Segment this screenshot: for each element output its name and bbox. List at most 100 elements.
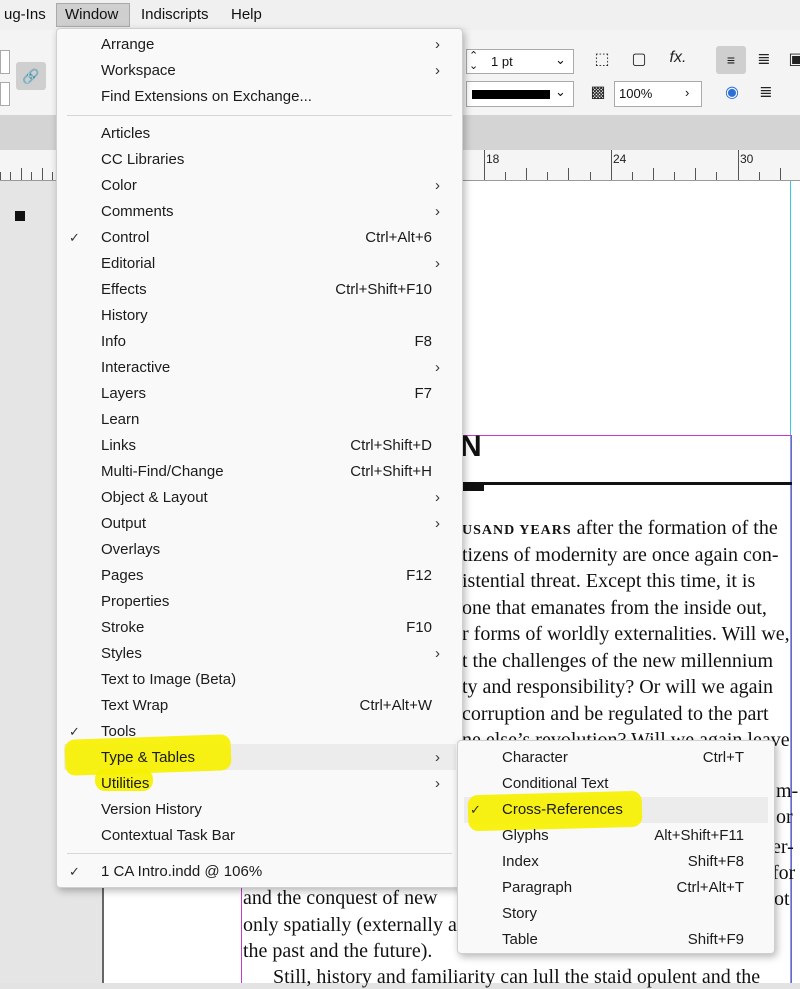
menu-item-text-to-image[interactable]: Text to Image (Beta)	[57, 667, 462, 693]
menu-item-open-document[interactable]: ✓ 1 CA Intro.indd @ 106%	[57, 859, 462, 885]
fill-color-icon[interactable]: ◉	[720, 82, 744, 102]
body-text-line: Still, history and familiarity can lull …	[273, 966, 761, 988]
chevron-right-icon: ›	[435, 255, 440, 272]
menu-help[interactable]: Help	[223, 3, 270, 27]
menu-item-pages[interactable]: Pages F12	[57, 563, 462, 589]
body-text-line: ty and responsibility? Or will we again	[462, 676, 774, 698]
stroke-type-field[interactable]: ⌄	[466, 81, 574, 107]
opacity-icon: ▩	[590, 84, 606, 101]
body-text-fragment: m-	[776, 780, 799, 802]
heading-rule-accent	[460, 484, 484, 491]
body-text-line: tizens of modernity are once again con-	[462, 544, 779, 566]
submenu-item-index[interactable]: Index Shift+F8	[458, 849, 774, 875]
menu-item-articles[interactable]: Articles	[57, 121, 462, 147]
menu-plugins[interactable]: ug-Ins	[0, 3, 54, 27]
frame-icon[interactable]: ▢	[627, 49, 651, 69]
chevron-right-icon: ›	[435, 359, 440, 376]
chevron-right-icon: ›	[435, 775, 440, 792]
body-text-line: istential threat. Except this time, it i…	[462, 570, 756, 592]
chevron-right-icon: ›	[435, 36, 440, 53]
menu-item-multi-find-change[interactable]: Multi-Find/Change Ctrl+Shift+H	[57, 459, 462, 485]
corner-options-icon[interactable]: ⬚	[590, 49, 614, 69]
submenu-item-cross-references[interactable]: ✓ Cross-References	[458, 797, 774, 823]
menu-item-overlays[interactable]: Overlays	[57, 537, 462, 563]
menu-bar: ug-Ins Window Indiscripts Help	[0, 0, 800, 30]
more-icon[interactable]: ▣	[788, 49, 800, 69]
submenu-item-table[interactable]: Table Shift+F9	[458, 927, 774, 953]
stroke-align-icon[interactable]: ≣	[754, 82, 778, 102]
menu-item-comments[interactable]: Comments ›	[57, 199, 462, 225]
chapter-heading: N	[460, 430, 482, 463]
body-text-line: the past and the future).	[243, 940, 433, 962]
chevron-down-icon[interactable]: ⌄	[555, 84, 566, 100]
link-icon[interactable]: 🔗	[16, 62, 46, 90]
chevron-right-icon: ›	[435, 203, 440, 220]
body-text-line: corruption and be regulated to the part	[462, 703, 769, 725]
chevron-right-icon: ›	[435, 62, 440, 79]
chevron-right-icon: ›	[435, 515, 440, 532]
body-text-fragment: for	[772, 862, 796, 884]
menu-separator	[67, 853, 452, 854]
body-text-line: USAND YEARS after the formation of the	[462, 517, 778, 539]
opacity-value: 100%	[619, 86, 653, 101]
menu-item-utilities[interactable]: Utilities ›	[57, 771, 462, 797]
menu-item-arrange[interactable]: Arrange ›	[57, 32, 462, 58]
body-text-fragment: or	[776, 806, 793, 828]
menu-item-workspace[interactable]: Workspace ›	[57, 58, 462, 84]
submenu-item-paragraph[interactable]: Paragraph Ctrl+Alt+T	[458, 875, 774, 901]
stroke-weight-value: 1 pt	[491, 54, 513, 69]
menu-item-styles[interactable]: Styles ›	[57, 641, 462, 667]
menu-item-contextual-task-bar[interactable]: Contextual Task Bar	[57, 823, 462, 849]
chevron-right-icon[interactable]: ›	[685, 85, 689, 100]
menu-item-version-history[interactable]: Version History	[57, 797, 462, 823]
text-wrap-icon[interactable]: ≣	[752, 49, 776, 69]
menu-item-control[interactable]: ✓ Control Ctrl+Alt+6	[57, 225, 462, 251]
menu-item-find-extensions[interactable]: Find Extensions on Exchange...	[57, 84, 462, 110]
type-tables-submenu: Character Ctrl+T Conditional Text ✓ Cross-…	[457, 740, 775, 954]
stroke-weight-field[interactable]: ⌃ ⌄ 1 pt ⌄	[466, 49, 574, 74]
menu-item-effects[interactable]: Effects Ctrl+Shift+F10	[57, 277, 462, 303]
body-text-fragment: er-	[772, 836, 794, 858]
menu-item-editorial[interactable]: Editorial ›	[57, 251, 462, 277]
menu-item-cc-libraries[interactable]: CC Libraries	[57, 147, 462, 173]
menu-item-object-layout[interactable]: Object & Layout ›	[57, 485, 462, 511]
chevron-right-icon: ›	[435, 645, 440, 662]
submenu-item-glyphs[interactable]: Glyphs Alt+Shift+F11	[458, 823, 774, 849]
body-text-line: only spatially (externally a	[243, 914, 457, 936]
menu-item-color[interactable]: Color ›	[57, 173, 462, 199]
stepper-down-icon[interactable]: ⌄	[469, 59, 478, 72]
menu-item-interactive[interactable]: Interactive ›	[57, 355, 462, 381]
field-left-1[interactable]	[0, 50, 10, 74]
opacity-field[interactable]: 100% ›	[614, 81, 702, 107]
ruler-tick-label: 24	[613, 152, 627, 166]
body-text-line: and the conquest of new	[243, 887, 438, 909]
chevron-right-icon: ›	[435, 749, 440, 766]
ruler-tick-label: 18	[486, 152, 500, 166]
fx-icon[interactable]: fx.	[664, 49, 692, 67]
ruler-tick-label: 30	[740, 152, 754, 166]
menu-item-layers[interactable]: Layers F7	[57, 381, 462, 407]
stroke-swatch	[472, 90, 550, 99]
menu-item-properties[interactable]: Properties	[57, 589, 462, 615]
menu-item-info[interactable]: Info F8	[57, 329, 462, 355]
body-text-line: t the challenges of the new millennium	[462, 650, 774, 672]
menu-item-type-tables[interactable]: Type & Tables ›	[57, 745, 462, 771]
submenu-item-story[interactable]: Story	[458, 901, 774, 927]
menu-item-learn[interactable]: Learn	[57, 407, 462, 433]
menu-item-text-wrap[interactable]: Text Wrap Ctrl+Alt+W	[57, 693, 462, 719]
body-text-line: one that emanates from the inside out,	[462, 597, 767, 619]
body-text-fragment: ot	[774, 888, 790, 910]
submenu-item-character[interactable]: Character Ctrl+T	[458, 745, 774, 771]
menu-item-stroke[interactable]: Stroke F10	[57, 615, 462, 641]
submenu-item-conditional-text[interactable]: Conditional Text	[458, 771, 774, 797]
menu-indiscripts[interactable]: Indiscripts	[133, 3, 217, 27]
field-left-2[interactable]	[0, 82, 10, 106]
menu-item-links[interactable]: Links Ctrl+Shift+D	[57, 433, 462, 459]
heading-rule	[460, 482, 792, 485]
align-text-icon[interactable]: ≡	[716, 46, 746, 74]
menu-item-output[interactable]: Output ›	[57, 511, 462, 537]
menu-item-history[interactable]: History	[57, 303, 462, 329]
chevron-down-icon[interactable]: ⌄	[555, 52, 566, 68]
checkmark-icon: ✓	[470, 802, 481, 817]
menu-window[interactable]: Window	[56, 3, 130, 27]
